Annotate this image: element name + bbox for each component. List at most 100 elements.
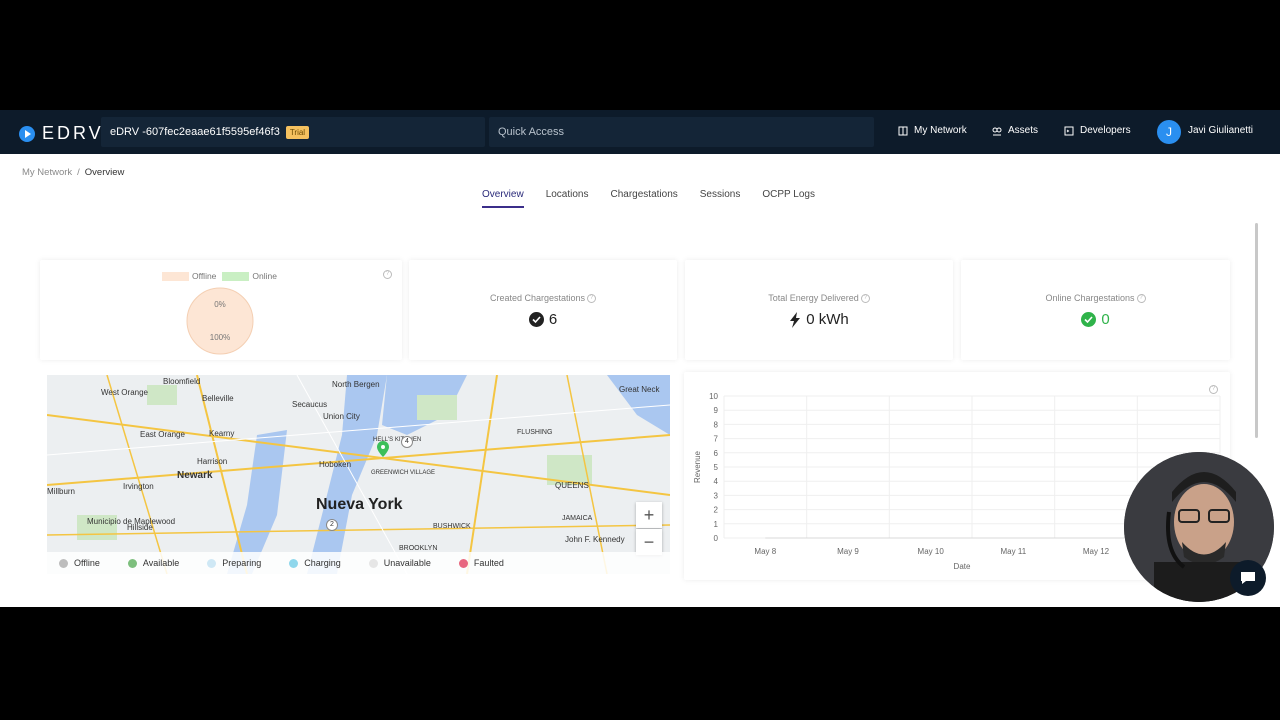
top-navigation-bar: EDRV eDRV -607fec2eaae61f5595ef46f3 Tria… [0,110,1280,154]
user-name[interactable]: Javi Giulianetti [1188,125,1253,136]
legend-item-available: Available [127,558,180,568]
created-chargestations-card: Created Chargestations? 6 [409,260,677,360]
edrv-logo[interactable]: EDRV [18,123,104,144]
map-place-label: Kearny [209,429,235,438]
y-tick-label: 6 [714,449,719,458]
created-chargestations-value-wrap: 6 [409,311,677,328]
map-place-label: West Orange [101,388,148,397]
y-tick-label: 2 [714,506,719,515]
energy-delivered-card: Total Energy Delivered? 0 kWh [685,260,953,360]
nav-developers[interactable]: Developers [1064,125,1131,136]
user-avatar[interactable]: J [1157,120,1181,144]
online-chargestations-value: 0 [1101,311,1110,328]
organization-id: eDRV -607fec2eaae61f5595ef46f3 [110,126,280,138]
legend-item-label: Charging [304,558,341,568]
tab-sessions[interactable]: Sessions [700,189,741,208]
status-dot-icon [368,558,378,568]
x-tick-label: May 8 [754,547,776,556]
y-tick-label: 7 [714,435,719,444]
nav-my-network[interactable]: My Network [898,125,967,136]
chart-help-icon[interactable]: ? [1209,385,1218,394]
status-dot-icon [59,558,68,568]
logo-icon [19,125,35,142]
x-tick-label: May 9 [837,547,859,556]
online-help-icon[interactable]: ? [1136,294,1146,304]
tab-locations[interactable]: Locations [546,189,589,208]
tab-chargestations[interactable]: Chargestations [611,189,678,208]
legend-item-unavailable: Unavailable [368,558,431,568]
online-value-wrap: 0 [961,311,1230,328]
map-place-label: Harrison [197,457,228,466]
pie-slice-offline [186,287,254,355]
nav-assets[interactable]: Assets [992,125,1038,136]
map-place-label: Great Neck [619,385,660,394]
created-chargestations-label-wrap: Created Chargestations? [409,293,677,304]
code-icon [1064,126,1074,135]
breadcrumb: My Network / Overview [22,167,124,178]
breadcrumb-current: Overview [84,167,125,178]
status-dot-icon [458,558,468,568]
legend-offline-label: Offline [192,271,217,281]
legend-item-label: Preparing [222,558,262,568]
map-place-label: Bloomfield [163,377,201,386]
map-place-label: FLUSHING [517,429,553,436]
y-tick-label: 8 [714,420,719,429]
map-place-label: Belleville [202,394,234,403]
legend-item-label: Available [142,558,180,568]
trial-badge: Trial [285,125,310,139]
chat-support-button[interactable] [1230,560,1266,596]
map-cluster-marker[interactable]: 2 [326,519,338,531]
check-circle-green-icon [1081,312,1097,327]
network-icon [898,126,908,135]
legend-online[interactable]: Online [222,271,277,282]
online-chargestations-card: Online Chargestations? 0 [961,260,1230,360]
map-background [47,375,670,574]
quick-access-placeholder: Quick Access [498,126,565,138]
energy-value-wrap: 0 kWh [685,311,953,328]
y-tick-label: 3 [714,491,719,500]
status-help-icon[interactable]: ? [383,270,392,279]
quick-access-search[interactable]: Quick Access [489,117,874,147]
map-place-label: Newark [177,470,213,481]
map-place-label: QUEENS [555,481,589,490]
legend-item-charging: Charging [289,558,341,568]
x-tick-label: May 10 [918,547,945,556]
map-place-label: BROOKLYN [399,545,438,552]
created-chargestations-value: 6 [548,311,558,328]
map-place-label: BUSHWICK [433,523,471,530]
created-help-icon[interactable]: ? [587,294,597,304]
tab-overview[interactable]: Overview [482,189,524,208]
map-place-label: Union City [323,412,360,421]
legend-offline[interactable]: Offline [162,271,217,282]
map-place-label: GREENWICH VILLAGE [371,470,436,476]
logo-text: EDRV [42,123,104,143]
status-dot-icon [127,558,137,568]
organization-selector[interactable]: eDRV -607fec2eaae61f5595ef46f3 Trial [101,117,485,147]
tab-ocpp-logs[interactable]: OCPP Logs [762,189,815,208]
map-cluster-marker[interactable]: 4 [401,436,413,448]
pie-label-top: 0% [214,300,226,309]
map-place-label: JAMAICA [562,515,593,522]
page-scrollbar[interactable] [1255,223,1258,438]
energy-delivered-value: 0 kWh [806,311,849,328]
status-dot-icon [207,558,217,568]
nav-developers-label: Developers [1080,125,1131,136]
y-axis-label: Revenue [693,450,702,483]
breadcrumb-separator: / [77,167,80,178]
legend-online-label: Online [252,271,277,281]
map-city-label: Nueva York [316,496,403,513]
map-place-label: Millburn [47,487,76,496]
energy-help-icon[interactable]: ? [860,294,870,304]
legend-item-label: Unavailable [383,558,431,568]
map-pin-icon[interactable] [377,441,389,457]
created-chargestations-label: Created Chargestations [489,293,586,303]
x-tick-label: May 11 [1001,547,1027,556]
chargestation-map[interactable]: Bloomfield West Orange Belleville North … [47,375,670,574]
breadcrumb-parent[interactable]: My Network [22,167,72,178]
zoom-in-button[interactable]: + [636,502,662,528]
online-chargestations-label: Online Chargestations [1045,293,1135,303]
status-pie-chart: 0% 100% [186,287,254,355]
pie-label-bottom: 100% [210,333,230,342]
map-place-label: Hillside [127,523,153,532]
assets-icon [992,127,1002,135]
